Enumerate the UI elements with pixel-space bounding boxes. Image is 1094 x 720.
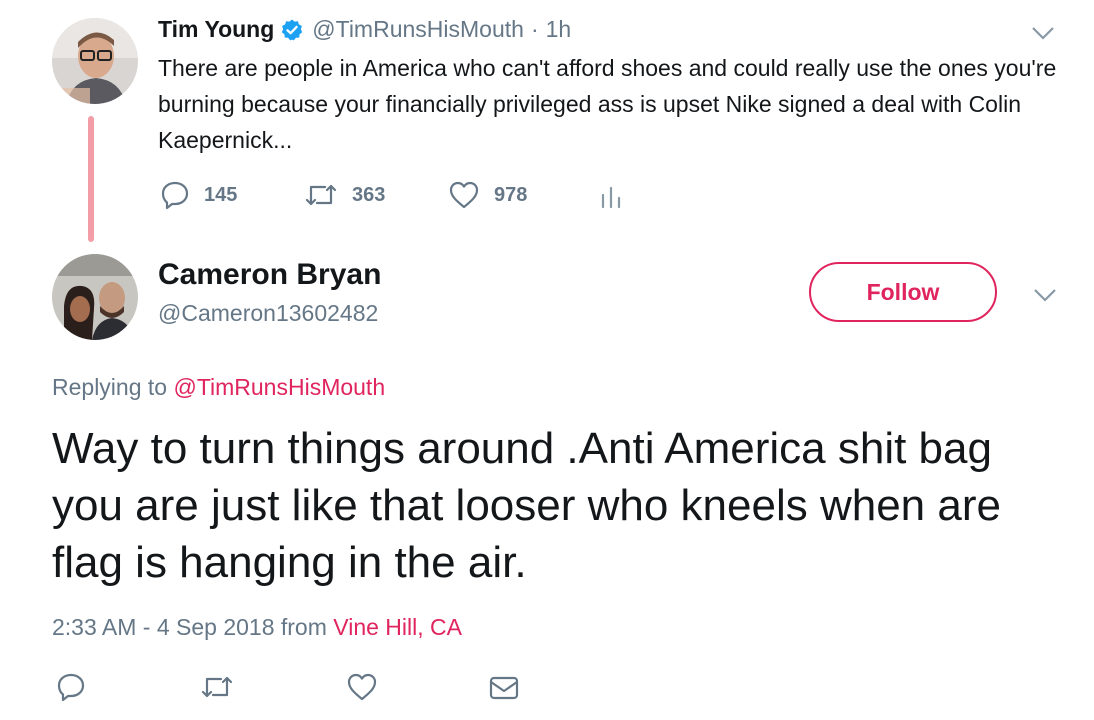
header-separator: · <box>530 16 539 42</box>
analytics-icon[interactable] <box>598 180 624 210</box>
replying-to-line: Replying to @TimRunsHisMouth <box>52 374 385 401</box>
heart-icon <box>448 180 480 210</box>
reply-chevron-down-icon[interactable] <box>1032 286 1058 304</box>
reply-display-name[interactable]: Cameron Bryan <box>158 258 381 292</box>
retweet-count: 363 <box>352 183 386 206</box>
parent-avatar[interactable] <box>52 18 138 104</box>
retweet-icon <box>304 180 338 210</box>
reply-handle[interactable]: @Cameron13602482 <box>158 300 378 327</box>
reply-action[interactable]: 145 <box>160 180 237 210</box>
parent-tweet-text: There are people in America who can't af… <box>158 55 1057 153</box>
reply-avatar[interactable] <box>52 254 138 340</box>
retweet-action[interactable]: 363 <box>304 180 385 210</box>
location-link[interactable]: Vine Hill, CA <box>333 614 462 640</box>
verified-badge-icon <box>280 18 304 42</box>
reply-tweet-retweet-icon[interactable] <box>200 672 234 702</box>
timestamp-line: 2:33 AM - 4 Sep 2018 from Vine Hill, CA <box>52 614 462 641</box>
reply-tweet-heart-icon[interactable] <box>346 672 378 702</box>
reply-icon <box>160 180 190 210</box>
reply-count: 145 <box>204 183 238 206</box>
like-count: 978 <box>494 183 528 206</box>
parent-time[interactable]: 1h <box>546 16 572 43</box>
follow-button[interactable]: Follow <box>809 262 997 322</box>
timestamp[interactable]: 2:33 AM - 4 Sep 2018 from <box>52 614 327 640</box>
replying-to-handle[interactable]: @TimRunsHisMouth <box>173 374 385 400</box>
like-action[interactable]: 978 <box>448 180 527 210</box>
parent-display-name[interactable]: Tim Young <box>158 16 274 43</box>
replying-to-label: Replying to <box>52 374 168 400</box>
parent-chevron-down-icon[interactable] <box>1030 24 1056 42</box>
thread-connector-line <box>88 116 94 242</box>
parent-handle[interactable]: @TimRunsHisMouth <box>312 16 524 43</box>
reply-tweet-text: Way to turn things around .Anti America … <box>52 424 1001 587</box>
reply-tweet-reply-icon[interactable] <box>56 672 86 702</box>
parent-tweet-header: Tim Young @TimRunsHisMouth · 1h <box>158 16 571 43</box>
direct-message-envelope-icon[interactable] <box>488 674 520 702</box>
